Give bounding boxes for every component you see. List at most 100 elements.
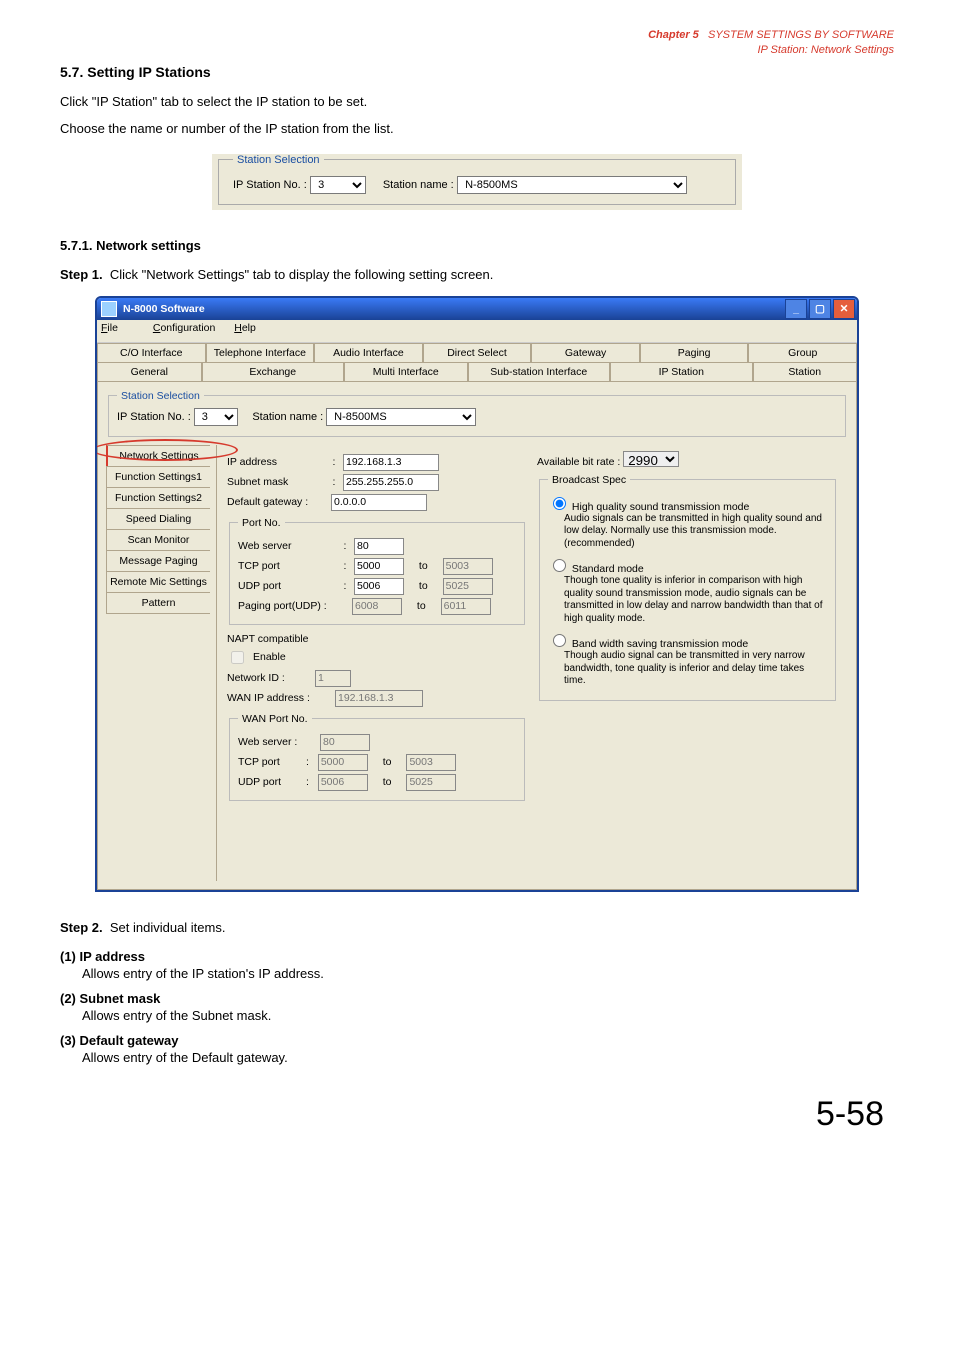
chapter-tag: Chapter 5 — [648, 29, 699, 41]
tab-ip-station[interactable]: IP Station — [610, 362, 753, 381]
menu-help[interactable]: Help — [234, 322, 256, 334]
mask-label: Subnet mask — [227, 476, 325, 488]
side-tabs: Network Settings Function Settings1 Func… — [106, 445, 210, 881]
minimize-button[interactable]: _ — [785, 299, 807, 319]
station-name-select[interactable]: N-8500MS — [457, 176, 687, 194]
window-title: N-8000 Software — [123, 303, 205, 315]
step-1-text: Click "Network Settings" tab to display … — [110, 267, 494, 282]
selection-legend: Station Selection — [233, 154, 324, 166]
pag-a-input — [352, 598, 402, 615]
tcp-a-input[interactable] — [354, 558, 404, 575]
udp-a-input[interactable] — [354, 578, 404, 595]
web-label: Web server — [238, 540, 336, 552]
tab-audio-interface[interactable]: Audio Interface — [314, 343, 423, 362]
step-1-prefix: Step 1. — [60, 267, 103, 282]
tab-direct-select[interactable]: Direct Select — [423, 343, 532, 362]
paragraph-2: Choose the name or number of the IP stat… — [60, 121, 894, 136]
gw-input[interactable] — [331, 494, 427, 511]
app-station-no-label: IP Station No. : — [117, 411, 191, 423]
tab-general[interactable]: General — [97, 362, 202, 381]
rate-select[interactable]: 2990 — [623, 451, 679, 467]
radio-std[interactable]: Standard mode — [548, 556, 827, 575]
station-name-label: Station name : — [383, 179, 454, 191]
enable-label: Enable — [253, 651, 286, 663]
radio-hq[interactable]: High quality sound transmission mode — [548, 494, 827, 513]
tab-multi-interface[interactable]: Multi Interface — [344, 362, 468, 381]
item-3-body: Allows entry of the Default gateway. — [82, 1050, 894, 1065]
menu-configuration[interactable]: Configuration — [153, 322, 215, 334]
station-no-select[interactable]: 3 — [310, 176, 366, 194]
wan-tcp-a-input — [318, 754, 368, 771]
radio-bw-desc: Though audio signal can be transmitted i… — [564, 650, 827, 688]
app-station-no-select[interactable]: 3 — [194, 408, 238, 426]
radio-hq-desc: Audio signals can be transmitted in high… — [564, 513, 827, 551]
mask-input[interactable] — [343, 474, 439, 491]
vtab-message-paging[interactable]: Message Paging — [106, 550, 210, 572]
wanip-label: WAN IP address : — [227, 692, 329, 704]
item-1-body: Allows entry of the IP station's IP addr… — [82, 966, 894, 981]
wan-tcp-label: TCP port — [238, 756, 300, 768]
vtab-pattern[interactable]: Pattern — [106, 592, 210, 614]
menu-file[interactable]: File — [101, 322, 134, 334]
wan-udp-b-input — [406, 774, 456, 791]
tab-sub-station-interface[interactable]: Sub-station Interface — [468, 362, 611, 381]
nid-label: Network ID : — [227, 672, 309, 684]
tab-telephone-interface[interactable]: Telephone Interface — [206, 343, 315, 362]
enable-checkbox[interactable] — [231, 651, 244, 664]
item-1-heading: (1) IP address — [60, 949, 894, 964]
item-3-heading: (3) Default gateway — [60, 1033, 894, 1048]
wan-tcp-b-input — [406, 754, 456, 771]
vtab-remote-mic[interactable]: Remote Mic Settings — [106, 571, 210, 593]
wan-udp-a-input — [318, 774, 368, 791]
chapter-title-2: IP Station: Network Settings — [757, 44, 894, 56]
page-number: 5-58 — [60, 1095, 894, 1134]
app-station-name-label: Station name : — [252, 411, 323, 423]
tab-gateway[interactable]: Gateway — [531, 343, 640, 362]
step-2: Step 2. Set individual items. — [60, 920, 894, 935]
vtab-speed-dialing[interactable]: Speed Dialing — [106, 508, 210, 530]
to-label-3: to — [417, 600, 426, 612]
tcp-b-input — [443, 558, 493, 575]
nid-input — [315, 670, 351, 687]
tcp-label: TCP port — [238, 560, 336, 572]
ip-label: IP address — [227, 456, 325, 468]
pag-b-input — [441, 598, 491, 615]
station-no-label: IP Station No. : — [233, 179, 307, 191]
radio-std-desc: Though tone quality is inferior in compa… — [564, 575, 827, 625]
wan-port-legend: WAN Port No. — [238, 713, 312, 725]
radio-bw[interactable]: Band width saving transmission mode — [548, 631, 827, 650]
tab-paging[interactable]: Paging — [640, 343, 749, 362]
udp-b-input — [443, 578, 493, 595]
wan-udp-label: UDP port — [238, 776, 300, 788]
vtab-scan-monitor[interactable]: Scan Monitor — [106, 529, 210, 551]
wan-web-input — [320, 734, 370, 751]
maximize-button[interactable]: ▢ — [809, 299, 831, 319]
bcast-legend: Broadcast Spec — [548, 474, 630, 486]
web-input[interactable] — [354, 538, 404, 555]
tab-exchange[interactable]: Exchange — [202, 362, 345, 381]
wan-web-label: Web server : — [238, 736, 314, 748]
step-2-prefix: Step 2. — [60, 920, 103, 935]
station-selection-sample: Station Selection IP Station No. : 3 Sta… — [212, 154, 742, 210]
tab-group[interactable]: Group — [748, 343, 857, 362]
gw-label: Default gateway : — [227, 496, 325, 508]
step-2-text: Set individual items. — [110, 920, 226, 935]
tab-station[interactable]: Station — [753, 362, 858, 381]
app-station-name-select[interactable]: N-8500MS — [326, 408, 476, 426]
to-label-2: to — [419, 580, 428, 592]
tab-co-interface[interactable]: C/O Interface — [97, 343, 206, 362]
vtab-function2[interactable]: Function Settings2 — [106, 487, 210, 509]
vtab-network-settings[interactable]: Network Settings — [106, 445, 210, 467]
item-2-body: Allows entry of the Subnet mask. — [82, 1008, 894, 1023]
close-button[interactable]: ✕ — [833, 299, 855, 319]
vtab-function1[interactable]: Function Settings1 — [106, 466, 210, 488]
menubar: File Configuration Help — [97, 320, 857, 343]
app-icon — [101, 301, 117, 317]
step-1: Step 1. Click "Network Settings" tab to … — [60, 267, 894, 282]
ip-input[interactable] — [343, 454, 439, 471]
section-title: 5.7. Setting IP Stations — [60, 64, 894, 80]
port-legend: Port No. — [238, 517, 285, 529]
to-label-5: to — [383, 776, 392, 788]
wanip-input — [335, 690, 423, 707]
to-label-4: to — [383, 756, 392, 768]
